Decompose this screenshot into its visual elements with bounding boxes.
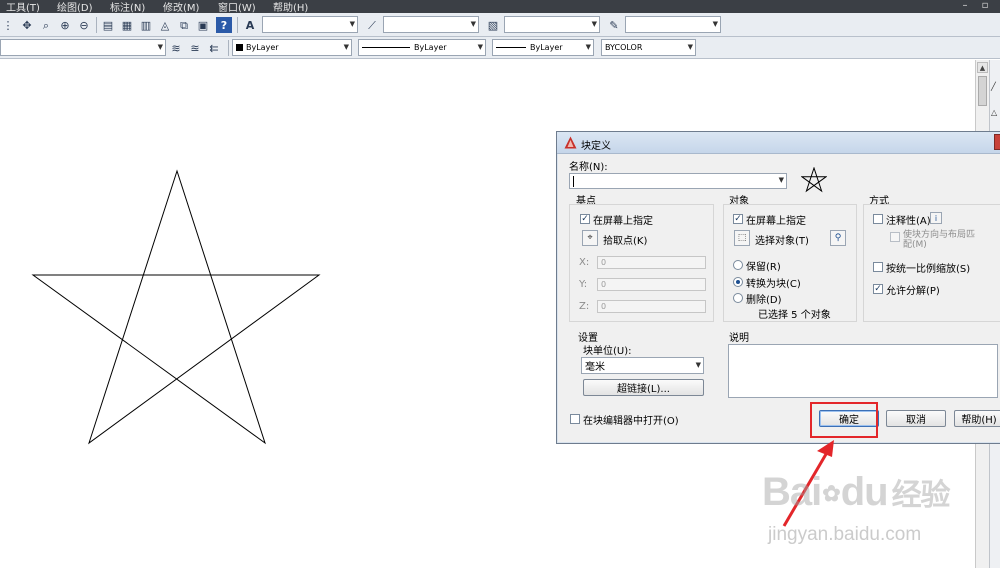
watermark-url: jingyan.baidu.com [768,524,922,545]
watermark-brand-b: du [840,470,889,514]
watermark-brand-a: Bai [762,470,822,514]
paw-icon: ✿ [822,481,840,507]
watermark-logo: Bai✿du 经验 [762,470,951,515]
watermark-brand-c: 经验 [891,479,951,512]
